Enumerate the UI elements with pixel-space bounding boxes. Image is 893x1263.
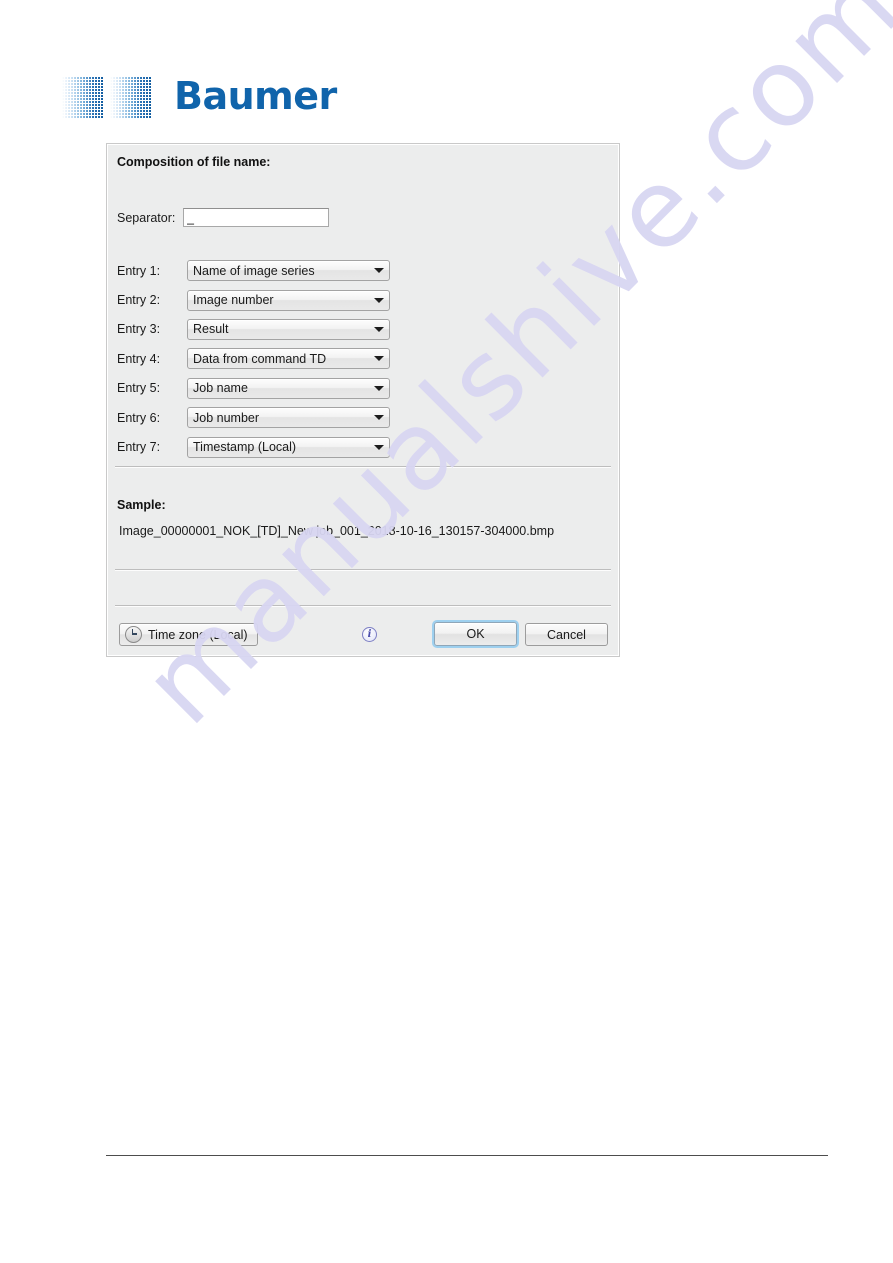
time-zone-button-label: Time zone (Local) [148, 627, 248, 642]
entry-row-5: Entry 5: Job name [117, 374, 497, 403]
entry-dropdown-6[interactable]: Job number [187, 407, 390, 429]
divider-above-buttons [115, 605, 611, 607]
logo-wordmark: Baumer [174, 73, 337, 118]
logo-mesh [110, 76, 152, 118]
sample-filename: Image_00000001_NOK_[TD]_New job_001_2018… [119, 524, 555, 538]
entry-dropdown-3[interactable]: Result [187, 318, 390, 340]
logo-mesh [62, 76, 104, 118]
divider-below-sample [115, 569, 611, 571]
separator-label: Separator: [117, 210, 176, 225]
chevron-down-icon [369, 356, 389, 362]
cancel-button[interactable]: Cancel [525, 623, 608, 646]
entry-list: Entry 1: Name of image series Entry 2: I… [117, 256, 497, 462]
entry-row-3: Entry 3: Result [117, 315, 497, 344]
entry-row-7: Entry 7: Timestamp (Local) [117, 432, 497, 461]
chevron-down-icon [369, 326, 389, 332]
entry-value-5: Job name [193, 381, 248, 396]
time-zone-button[interactable]: Time zone (Local) [119, 623, 258, 646]
entry-dropdown-2[interactable]: Image number [187, 289, 390, 311]
logo-block-left [62, 76, 104, 118]
chevron-down-icon [369, 444, 389, 450]
file-name-composition-dialog: Composition of file name: Separator: Ent… [106, 143, 620, 657]
sample-section-title: Sample: [117, 498, 166, 512]
entry-value-6: Job number [193, 410, 260, 425]
cancel-button-label: Cancel [547, 627, 586, 642]
entry-label-3: Entry 3: [117, 322, 161, 337]
chevron-down-icon [369, 297, 389, 303]
entry-label-5: Entry 5: [117, 381, 161, 396]
composition-section-title: Composition of file name: [117, 155, 271, 169]
entry-value-7: Timestamp (Local) [193, 440, 297, 455]
entry-row-4: Entry 4: Data from command TD [117, 344, 497, 373]
logo-mark-icon [62, 76, 152, 118]
separator-input[interactable] [183, 208, 329, 227]
entry-dropdown-5[interactable]: Job name [187, 377, 390, 399]
entry-value-4: Data from command TD [193, 351, 327, 366]
entry-dropdown-4[interactable]: Data from command TD [187, 348, 390, 370]
entry-dropdown-7[interactable]: Timestamp (Local) [187, 436, 390, 458]
entry-row-2: Entry 2: Image number [117, 285, 497, 314]
separator-row: Separator: [117, 208, 329, 227]
entry-label-4: Entry 4: [117, 351, 161, 366]
ok-button-label: OK [466, 627, 485, 641]
entry-dropdown-1[interactable]: Name of image series [187, 260, 390, 282]
entry-value-2: Image number [193, 293, 274, 308]
entry-label-7: Entry 7: [117, 440, 161, 455]
baumer-logo: Baumer [62, 76, 337, 118]
chevron-down-icon [369, 268, 389, 274]
entry-value-1: Name of image series [193, 263, 315, 278]
entry-row-1: Entry 1: Name of image series [117, 256, 497, 285]
page-footer-rule [106, 1155, 828, 1156]
divider-above-sample [115, 466, 611, 468]
chevron-down-icon [369, 385, 389, 391]
entry-label-1: Entry 1: [117, 263, 161, 278]
clock-icon [125, 626, 142, 643]
ok-button[interactable]: OK [434, 622, 517, 646]
chevron-down-icon [369, 415, 389, 421]
logo-block-right [110, 76, 152, 118]
info-icon[interactable]: i [362, 627, 377, 642]
entry-value-3: Result [193, 322, 229, 337]
dialog-button-bar: Time zone (Local) i OK Cancel [107, 616, 619, 656]
entry-row-6: Entry 6: Job number [117, 403, 497, 432]
entry-label-2: Entry 2: [117, 293, 161, 308]
entry-label-6: Entry 6: [117, 410, 161, 425]
